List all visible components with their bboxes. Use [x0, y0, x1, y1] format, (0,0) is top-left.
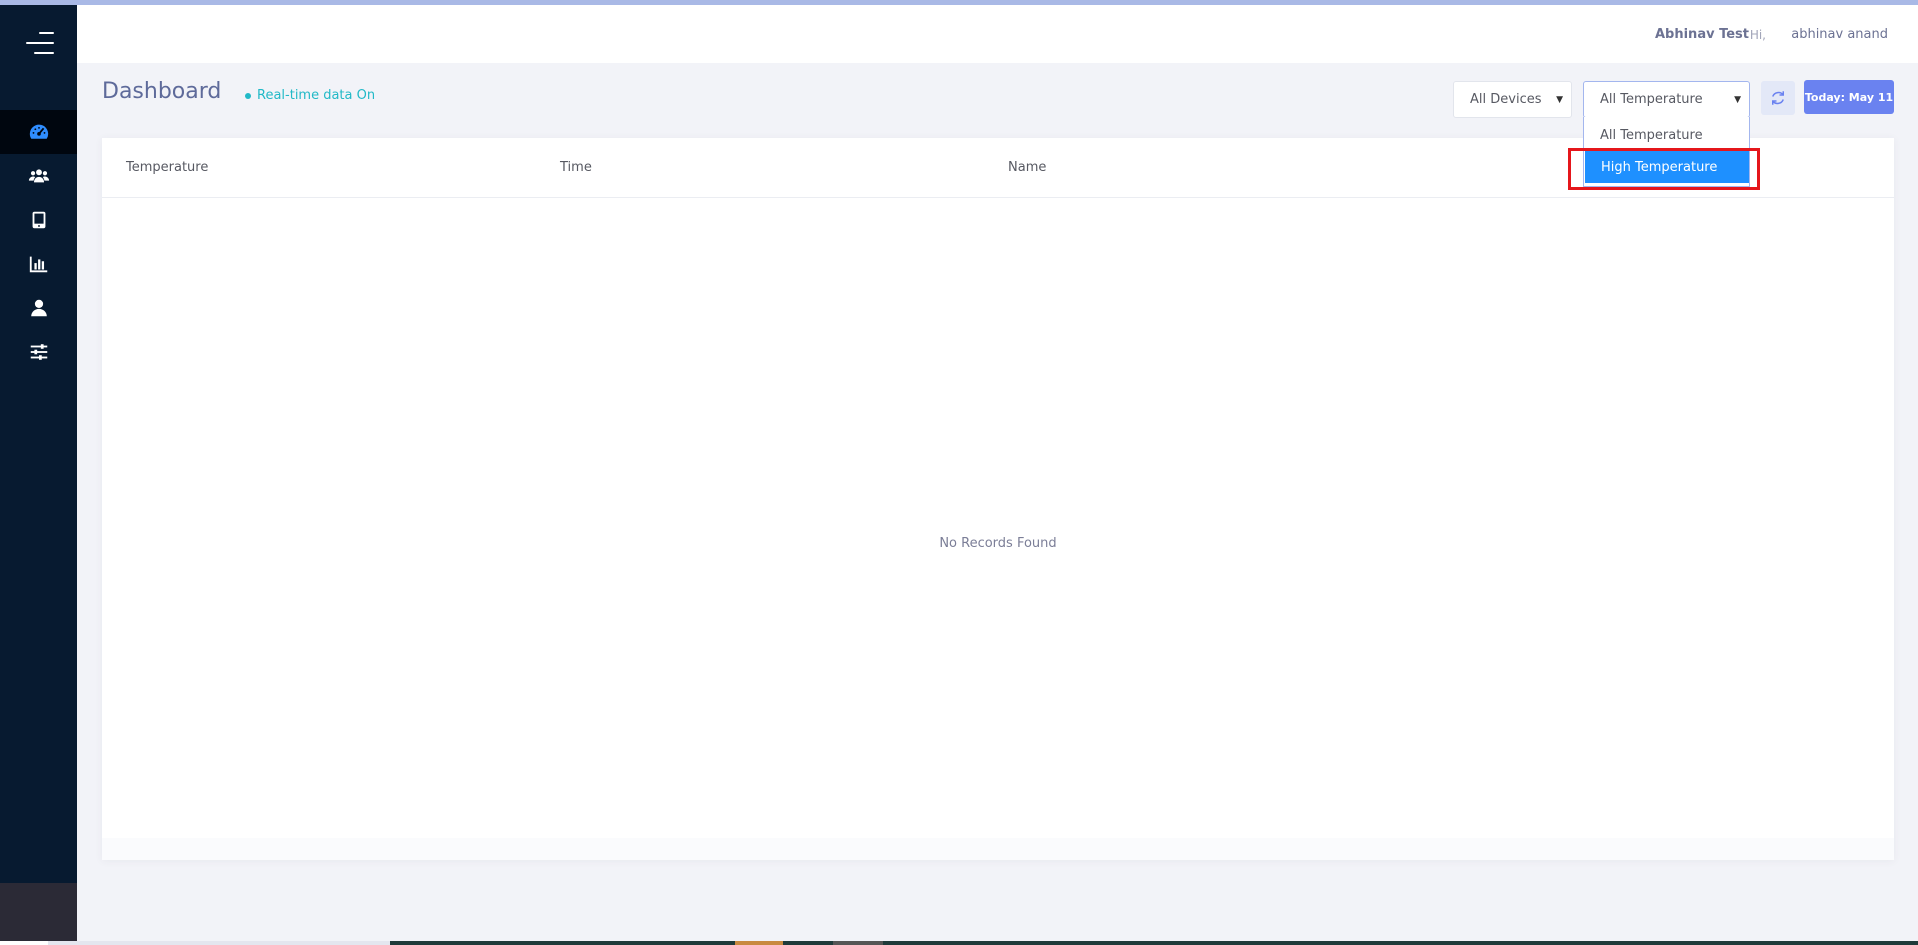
- devices-select-value: All Devices: [1470, 92, 1542, 107]
- strip-segment: [783, 941, 833, 945]
- column-header-name[interactable]: Name: [1008, 160, 1046, 175]
- user-name[interactable]: abhinav anand: [1791, 27, 1888, 42]
- sidebar-item-profile[interactable]: [0, 286, 77, 330]
- realtime-status-label: Real-time data On: [257, 88, 376, 103]
- temperature-dropdown-list: All Temperature High Temperature: [1583, 117, 1750, 187]
- sidebar-item-devices[interactable]: [0, 198, 77, 242]
- chevron-down-icon: ▼: [1556, 95, 1563, 105]
- tablet-device-icon: [32, 211, 45, 229]
- empty-state-message: No Records Found: [939, 536, 1057, 551]
- top-header: Abhinav Test Hi, abhinav anand: [77, 5, 1918, 63]
- chevron-down-icon: ▼: [1734, 95, 1741, 105]
- status-dot-icon: [245, 92, 251, 99]
- bottom-edge-strip: [0, 941, 1918, 945]
- realtime-status: Real-time data On: [245, 88, 375, 103]
- bar-chart-icon: [29, 256, 47, 273]
- refresh-icon: [1772, 91, 1784, 105]
- company-name: Abhinav Test: [1654, 27, 1749, 42]
- greeting-text: Hi,: [1749, 28, 1766, 42]
- page-title: Dashboard: [102, 79, 222, 104]
- strip-segment: [735, 941, 783, 945]
- column-header-time[interactable]: Time: [560, 160, 592, 175]
- dropdown-option-all-temperature[interactable]: All Temperature: [1584, 119, 1749, 151]
- sliders-settings-icon: [30, 344, 47, 360]
- user-icon: [30, 299, 47, 317]
- dropdown-option-high-temperature[interactable]: High Temperature: [1585, 151, 1749, 183]
- hamburger-menu-icon[interactable]: [24, 32, 54, 54]
- strip-segment: [0, 941, 48, 945]
- strip-segment: [833, 941, 883, 945]
- column-header-temperature[interactable]: Temperature: [126, 160, 208, 175]
- strip-segment: [883, 941, 1918, 945]
- strip-segment: [390, 941, 735, 945]
- today-date-button[interactable]: Today: May 11: [1804, 80, 1894, 114]
- window-top-border: [0, 0, 1918, 5]
- refresh-button[interactable]: [1761, 81, 1795, 115]
- sidebar-item-dashboard[interactable]: [0, 110, 77, 154]
- dashboard-gauge-icon: [29, 124, 48, 139]
- records-table-card: Temperature Time Name No Records Found: [102, 138, 1894, 860]
- devices-select[interactable]: All Devices ▼: [1453, 81, 1572, 118]
- temperature-select-value: All Temperature: [1600, 92, 1703, 107]
- sidebar-item-reports[interactable]: [0, 242, 77, 286]
- users-group-icon: [28, 169, 49, 183]
- table-footer: [102, 838, 1894, 860]
- sidebar: [0, 0, 77, 945]
- sidebar-item-settings[interactable]: [0, 330, 77, 374]
- sidebar-item-users[interactable]: [0, 154, 77, 198]
- sidebar-footer: [0, 883, 77, 945]
- temperature-select[interactable]: All Temperature ▼: [1583, 81, 1750, 118]
